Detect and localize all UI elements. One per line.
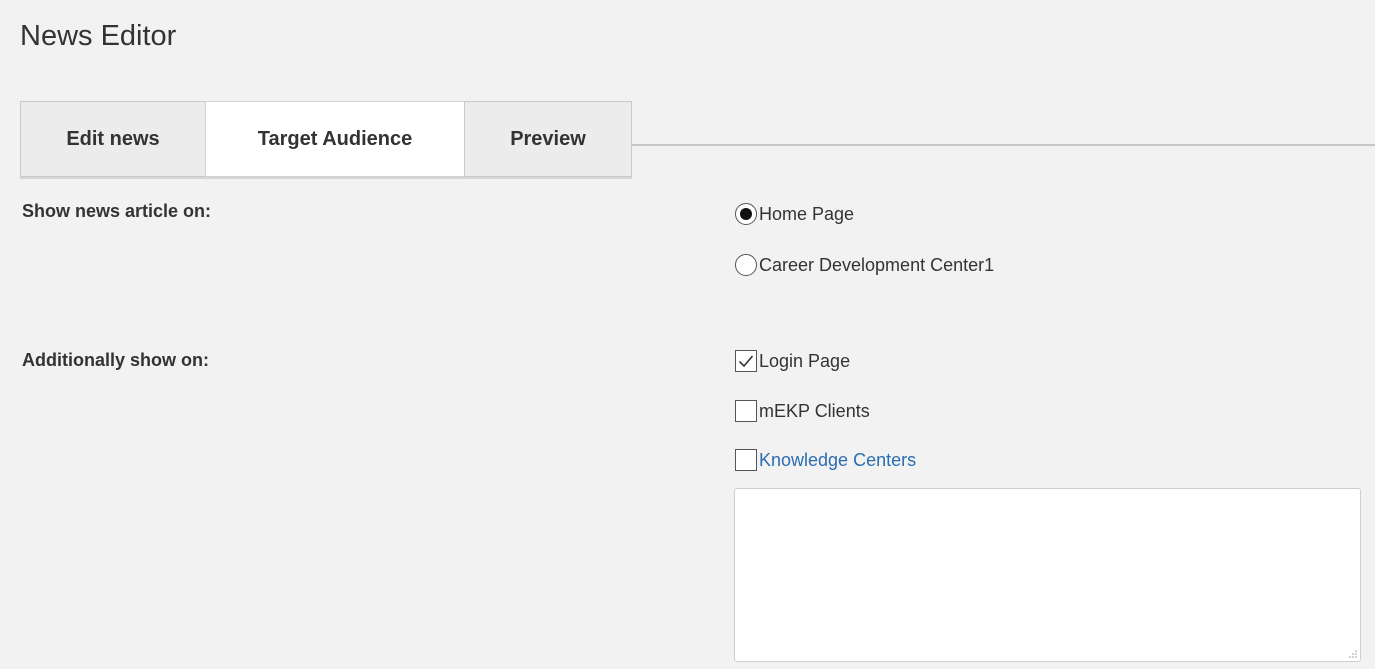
career-development-radio-option[interactable]: Career Development Center1 — [735, 254, 994, 276]
tab-target-audience-label: Target Audience — [257, 127, 413, 150]
knowledge-centers-textarea[interactable] — [734, 488, 1361, 662]
login-page-checkbox-option[interactable]: Login Page — [735, 350, 850, 372]
knowledge-centers-checkbox-option[interactable]: Knowledge Centers — [735, 449, 916, 471]
show-on-label: Show news article on: — [22, 201, 212, 221]
mekp-clients-label[interactable]: mEKP Clients — [759, 401, 870, 422]
tab-edit-news-label: Edit news — [66, 127, 160, 150]
resize-grip-icon[interactable] — [1348, 649, 1358, 659]
radio-unselected-icon[interactable] — [735, 254, 757, 276]
knowledge-centers-checkbox[interactable] — [735, 449, 757, 471]
tab-preview[interactable]: Preview — [464, 101, 632, 177]
checkmark-icon — [738, 355, 754, 368]
career-development-label[interactable]: Career Development Center1 — [759, 255, 994, 276]
tab-bar: Edit news Target Audience Preview — [20, 101, 1375, 179]
additionally-show-on-label: Additionally show on: — [22, 350, 209, 370]
page-title: News Editor — [20, 20, 177, 52]
tab-edit-news[interactable]: Edit news — [20, 101, 206, 177]
login-page-label[interactable]: Login Page — [759, 351, 850, 372]
radio-selected-icon[interactable] — [735, 203, 757, 225]
tab-target-audience[interactable]: Target Audience — [205, 101, 465, 177]
radio-dot — [740, 208, 752, 220]
mekp-clients-checkbox-option[interactable]: mEKP Clients — [735, 400, 870, 422]
home-page-label[interactable]: Home Page — [759, 204, 854, 225]
knowledge-centers-link[interactable]: Knowledge Centers — [759, 450, 916, 471]
home-page-radio-option[interactable]: Home Page — [735, 203, 854, 225]
tab-bar-divider — [632, 144, 1375, 146]
tab-preview-label: Preview — [510, 127, 586, 150]
mekp-clients-checkbox[interactable] — [735, 400, 757, 422]
login-page-checkbox[interactable] — [735, 350, 757, 372]
